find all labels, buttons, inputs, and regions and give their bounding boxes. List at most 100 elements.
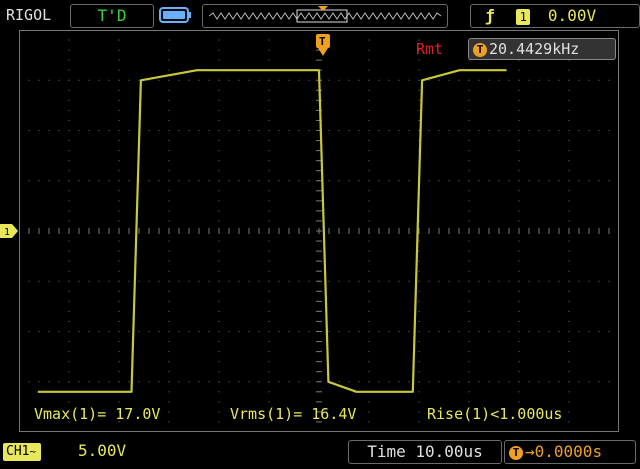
grid-dot (238, 79, 240, 81)
grid-dot (518, 200, 520, 202)
grid-dot (98, 381, 100, 383)
grid-dot (518, 351, 520, 353)
grid-dot (168, 180, 170, 182)
grid-dot (268, 30, 270, 31)
timebase-readout[interactable]: Time 10.00us (348, 440, 502, 464)
grid-dot (458, 381, 460, 383)
grid-dot (518, 170, 520, 172)
memory-depth-indicator[interactable] (202, 4, 448, 28)
grid-dot (408, 79, 410, 81)
grid-dot (418, 89, 420, 91)
grid-dot (468, 310, 470, 312)
grid-dot (98, 130, 100, 131)
grid-dot (568, 160, 570, 162)
grid-dot (268, 150, 270, 152)
trigger-position-marker[interactable]: T (315, 34, 331, 60)
battery-icon (156, 4, 196, 26)
grid-dot (568, 331, 570, 332)
grid-dot (68, 331, 70, 332)
grid-dot (458, 331, 460, 332)
grid-dot (158, 79, 160, 81)
grid-dot (418, 310, 420, 312)
channel1-marker-label: 1 (4, 227, 10, 238)
grid-dot (68, 79, 70, 81)
trigger-offset-icon: T (509, 445, 523, 460)
grid-dot (168, 39, 170, 41)
grid-dot (198, 381, 200, 383)
grid-dot (188, 130, 190, 131)
grid-dot (468, 109, 470, 111)
grid-dot (218, 320, 220, 322)
grid-dot (188, 180, 190, 182)
grid-dot (518, 220, 520, 222)
channel1-offset-marker[interactable]: 1 (0, 223, 18, 238)
grid-dot (368, 421, 370, 423)
grid-dot (568, 210, 570, 212)
grid-dot (218, 170, 220, 172)
grid-dot (68, 39, 70, 41)
grid-dot (518, 99, 520, 101)
grid-dot (58, 331, 60, 332)
grid-dot (468, 180, 470, 182)
grid-dot (218, 391, 220, 393)
grid-dot (538, 331, 540, 332)
grid-dot (68, 59, 70, 61)
grid-dot (568, 220, 570, 222)
grid-dot (518, 250, 520, 252)
grid-dot (268, 300, 270, 302)
grid-dot (478, 331, 480, 332)
grid-dot (418, 341, 420, 343)
grid-dot (278, 180, 280, 182)
grid-dot (118, 351, 120, 353)
grid-dot (218, 381, 220, 383)
grid-dot (268, 431, 270, 432)
grid-dot (368, 431, 370, 432)
grid-dot (518, 310, 520, 312)
grid-dot (138, 280, 140, 282)
grid-dot (358, 280, 360, 282)
grid-dot (198, 331, 200, 332)
grid-dot (68, 180, 70, 182)
grid-dot (218, 220, 220, 222)
grid-dot (208, 130, 210, 131)
grid-dot (38, 381, 40, 383)
grid-dot (418, 99, 420, 101)
trigger-offset-readout[interactable]: T →0.0000s (504, 440, 636, 464)
grid-dot (118, 140, 120, 142)
grid-dot (268, 341, 270, 343)
grid-dot (378, 381, 380, 383)
grid-dot (138, 79, 140, 81)
run-status-badge[interactable]: T'D (70, 4, 154, 28)
grid-dot (348, 79, 350, 81)
grid-dot (218, 140, 220, 142)
grid-dot (38, 331, 40, 332)
grid-dot (468, 290, 470, 292)
grid-dot (178, 130, 180, 131)
grid-dot (268, 331, 270, 332)
grid-dot (568, 300, 570, 302)
trigger-settings[interactable]: ƒ 1 0.00V (470, 4, 640, 28)
grid-dot (338, 130, 340, 131)
grid-dot (568, 341, 570, 343)
waveform-display[interactable] (19, 30, 619, 432)
grid-dot (368, 140, 370, 142)
grid-dot (108, 180, 110, 182)
channel1-badge[interactable]: CH1~ (3, 443, 41, 461)
grid-dot (408, 130, 410, 131)
grid-dot (608, 381, 610, 383)
grid-dot (218, 240, 220, 242)
grid-dot (168, 331, 170, 332)
grid-dot (198, 180, 200, 182)
grid-dot (438, 280, 440, 282)
grid-dot (118, 270, 120, 272)
volts-per-div[interactable]: 5.00V (78, 441, 126, 460)
grid-dot (598, 180, 600, 182)
grid-dot (178, 180, 180, 182)
grid-dot (528, 381, 530, 383)
grid-dot (68, 260, 70, 262)
grid-dot (218, 341, 220, 343)
grid-dot (168, 150, 170, 152)
grid-dot (88, 280, 90, 282)
waveform-grid (19, 30, 619, 432)
grid-dot (148, 130, 150, 131)
